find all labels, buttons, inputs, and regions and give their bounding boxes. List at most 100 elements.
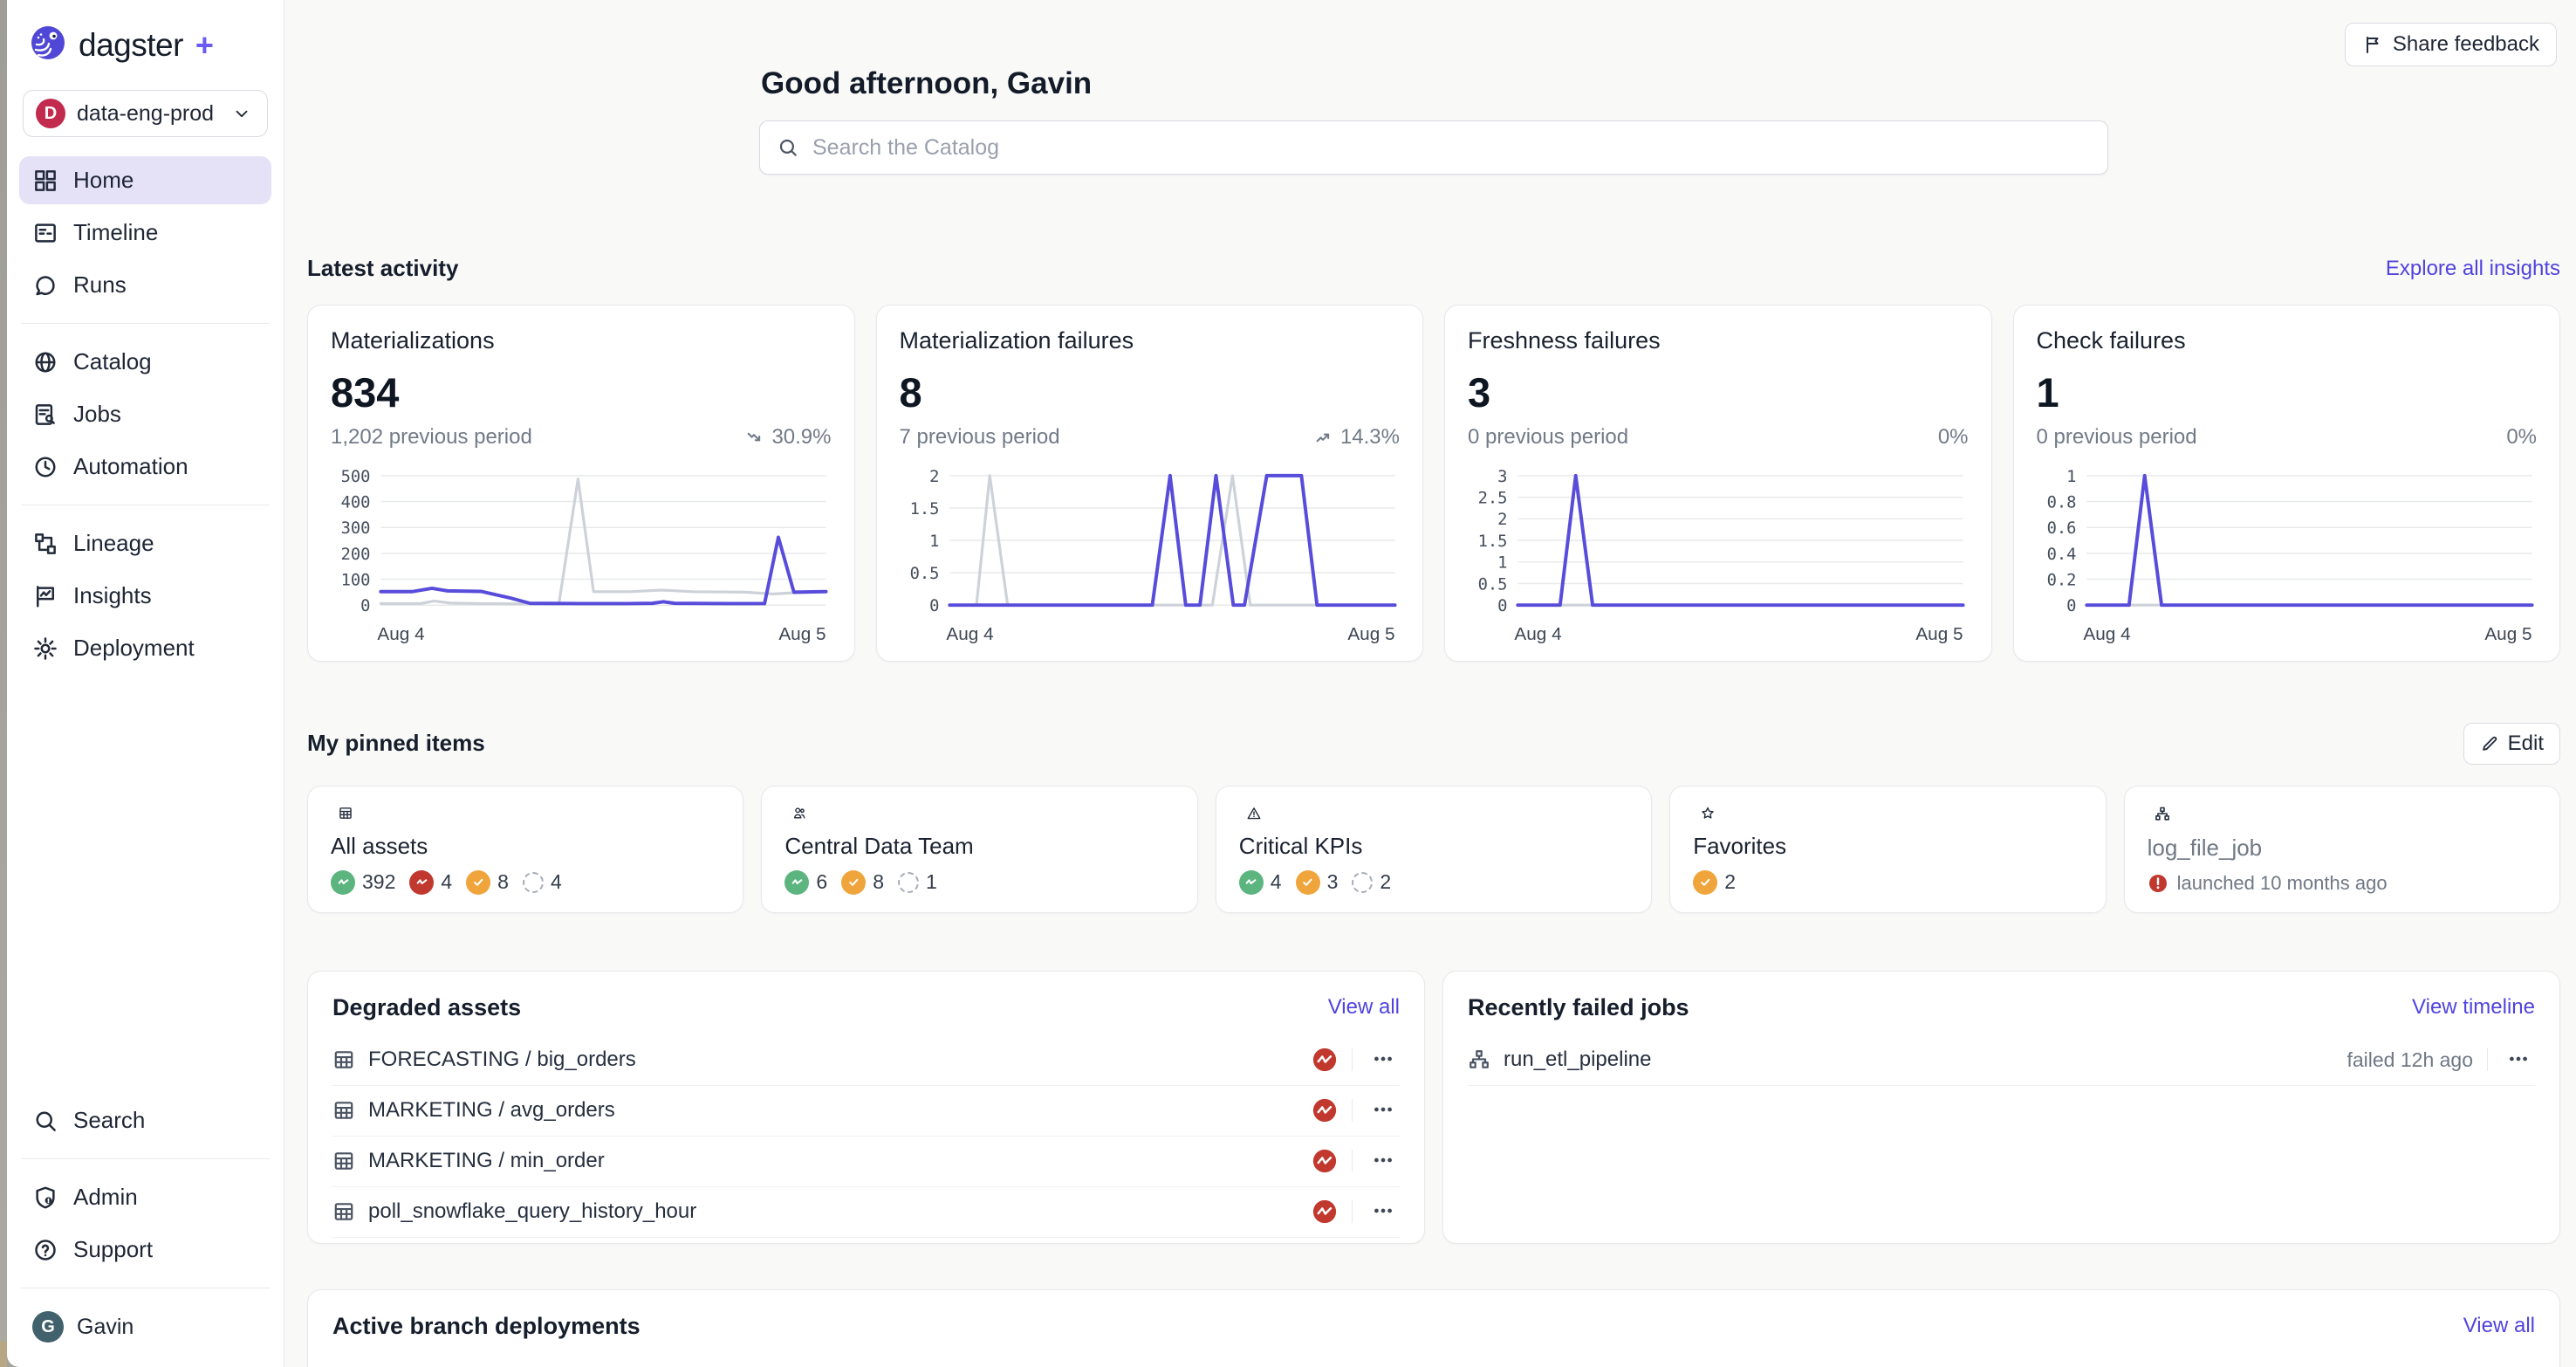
row-menu-button[interactable] bbox=[1367, 1196, 1400, 1228]
stat-card-materialization-failures[interactable]: Materialization failures 8 7 previous pe… bbox=[876, 305, 1424, 662]
sidebar-item-runs[interactable]: Runs bbox=[19, 261, 271, 309]
svg-text:0: 0 bbox=[360, 597, 370, 615]
sidebar-item-search[interactable]: Search bbox=[19, 1096, 271, 1144]
deployment-name: data-eng-prod bbox=[77, 101, 217, 127]
dagster-logo[interactable]: dagster + bbox=[19, 0, 271, 71]
sidebar-item-catalog[interactable]: Catalog bbox=[19, 338, 271, 386]
job-link[interactable]: run_etl_pipeline bbox=[1468, 1048, 2346, 1072]
sidebar-item-admin[interactable]: Admin bbox=[19, 1173, 271, 1221]
pinned-card-critical-kpis[interactable]: Critical KPIs 4 3 2 bbox=[1216, 786, 1652, 913]
app-window: dagster + D data-eng-prod Home Timeline … bbox=[0, 0, 2576, 1367]
branch-deployments-title: Active branch deployments bbox=[332, 1313, 641, 1340]
sidebar-item-timeline[interactable]: Timeline bbox=[19, 209, 271, 257]
pinned-card-label: log_file_job bbox=[2148, 835, 2537, 862]
badge-warning: 3 bbox=[1296, 870, 1339, 895]
runs-icon bbox=[32, 272, 58, 299]
edit-label: Edit bbox=[2508, 732, 2544, 756]
failed-job-row: run_etl_pipeline failed 12h ago bbox=[1468, 1035, 2535, 1086]
svg-text:0.4: 0.4 bbox=[2046, 546, 2076, 564]
asset-health-badges: 2 bbox=[1693, 870, 2082, 895]
asset-link[interactable]: MARKETING / avg_orders bbox=[332, 1098, 1312, 1123]
share-feedback-button[interactable]: Share feedback bbox=[2345, 23, 2557, 66]
sidebar-item-jobs[interactable]: Jobs bbox=[19, 390, 271, 438]
explore-insights-link[interactable]: Explore all insights bbox=[2386, 257, 2560, 281]
row-menu-button[interactable] bbox=[1367, 1095, 1400, 1127]
pinned-card-label: Central Data Team bbox=[784, 833, 1174, 860]
svg-text:2: 2 bbox=[1497, 511, 1507, 529]
catalog-search[interactable] bbox=[759, 120, 2108, 175]
main-content: Share feedback Good afternoon, Gavin Lat… bbox=[284, 0, 2576, 1367]
svg-text:1: 1 bbox=[2066, 468, 2076, 486]
failure-badge-icon bbox=[1312, 1199, 1338, 1225]
sidebar-item-automation[interactable]: Automation bbox=[19, 443, 271, 491]
search-input[interactable] bbox=[811, 134, 2091, 161]
row-menu-button[interactable] bbox=[1367, 1145, 1400, 1178]
degraded-view-all-link[interactable]: View all bbox=[1328, 995, 1400, 1020]
asset-link[interactable]: MARKETING / min_order bbox=[332, 1149, 1312, 1173]
pinned-card-label: Critical KPIs bbox=[1239, 833, 1628, 860]
user-name: Gavin bbox=[77, 1315, 134, 1340]
stat-previous: 0 previous period bbox=[1468, 425, 1628, 450]
stat-value: 3 bbox=[1468, 368, 1969, 416]
failure-badge-icon bbox=[1312, 1148, 1338, 1174]
branch-view-all-link[interactable]: View all bbox=[2463, 1314, 2535, 1338]
pinned-card-favorites[interactable]: Favorites 2 bbox=[1669, 786, 2106, 913]
asset-health-badges: 4 3 2 bbox=[1239, 870, 1628, 895]
pinned-card-all-assets[interactable]: All assets 392 4 8 4 bbox=[307, 786, 743, 913]
sidebar-item-label: Runs bbox=[73, 271, 127, 299]
asset-link[interactable]: FORECASTING / big_orders bbox=[332, 1048, 1312, 1072]
svg-text:100: 100 bbox=[341, 571, 371, 589]
share-feedback-label: Share feedback bbox=[2393, 32, 2539, 57]
row-menu-button[interactable] bbox=[1367, 1044, 1400, 1076]
dagster-octopus-icon bbox=[28, 23, 68, 67]
home-grid-icon bbox=[32, 168, 58, 194]
svg-text:0: 0 bbox=[1497, 597, 1507, 615]
asset-link[interactable]: poll_snowflake_query_history_hour bbox=[332, 1199, 1312, 1224]
pinned-items-title: My pinned items bbox=[307, 730, 485, 757]
svg-text:500: 500 bbox=[341, 468, 371, 486]
svg-text:0.2: 0.2 bbox=[2046, 571, 2076, 589]
latest-activity-section: Latest activity Explore all insights Mat… bbox=[307, 255, 2560, 662]
sidebar-item-deployment[interactable]: Deployment bbox=[19, 624, 271, 672]
svg-text:3: 3 bbox=[1497, 468, 1507, 486]
svg-text:1: 1 bbox=[929, 532, 939, 551]
pinned-card-log-file-job[interactable]: log_file_job launched 10 months ago bbox=[2124, 786, 2560, 913]
svg-text:1.5: 1.5 bbox=[1478, 532, 1508, 551]
failed-jobs-list: run_etl_pipeline failed 12h ago bbox=[1468, 1035, 2535, 1238]
stat-value: 834 bbox=[331, 368, 832, 416]
svg-text:1.5: 1.5 bbox=[909, 500, 939, 519]
sidebar-item-label: Home bbox=[73, 167, 134, 194]
badge-unmaterialized: 1 bbox=[898, 870, 937, 894]
svg-text:Aug 4: Aug 4 bbox=[2083, 624, 2130, 644]
materializations-chart: 0100200300400500Aug 4Aug 5 bbox=[331, 467, 832, 649]
badge-failure: 4 bbox=[409, 870, 452, 895]
stat-card-check-failures[interactable]: Check failures 1 0 previous period 0% 00… bbox=[2013, 305, 2561, 662]
stat-cards: Materializations 834 1,202 previous peri… bbox=[307, 305, 2560, 662]
svg-text:Aug 5: Aug 5 bbox=[1347, 624, 1394, 644]
stat-card-materializations[interactable]: Materializations 834 1,202 previous peri… bbox=[307, 305, 855, 662]
svg-text:0.5: 0.5 bbox=[1478, 575, 1508, 594]
view-timeline-link[interactable]: View timeline bbox=[2412, 995, 2535, 1020]
edit-pinned-button[interactable]: Edit bbox=[2463, 723, 2560, 765]
sidebar-item-insights[interactable]: Insights bbox=[19, 572, 271, 620]
deployment-switcher[interactable]: D data-eng-prod bbox=[23, 90, 268, 137]
row-menu-button[interactable] bbox=[2502, 1044, 2535, 1076]
user-menu[interactable]: G Gavin bbox=[19, 1302, 271, 1351]
sidebar-nav: Home Timeline Runs Catalog Jobs Automa bbox=[19, 156, 271, 672]
job-graph-icon bbox=[1468, 1048, 1490, 1071]
sidebar-item-label: Timeline bbox=[73, 219, 158, 246]
degraded-assets-list: FORECASTING / big_orders MARKETING / avg… bbox=[332, 1035, 1400, 1238]
sidebar-item-support[interactable]: Support bbox=[19, 1226, 271, 1274]
user-avatar: G bbox=[32, 1311, 64, 1343]
catalog-icon bbox=[32, 349, 58, 375]
timeline-icon bbox=[32, 220, 58, 246]
pinned-card-central-data-team[interactable]: Central Data Team 6 8 1 bbox=[761, 786, 1197, 913]
stat-card-freshness-failures[interactable]: Freshness failures 3 0 previous period 0… bbox=[1444, 305, 1992, 662]
sidebar-item-lineage[interactable]: Lineage bbox=[19, 519, 271, 567]
sidebar-item-home[interactable]: Home bbox=[19, 156, 271, 204]
degraded-asset-row: FORECASTING / big_orders bbox=[332, 1035, 1400, 1086]
badge-warning: 8 bbox=[841, 870, 884, 895]
degraded-asset-row: MARKETING / avg_orders bbox=[332, 1086, 1400, 1137]
job-name: run_etl_pipeline bbox=[1504, 1048, 1651, 1072]
badge-success: 392 bbox=[331, 870, 395, 895]
